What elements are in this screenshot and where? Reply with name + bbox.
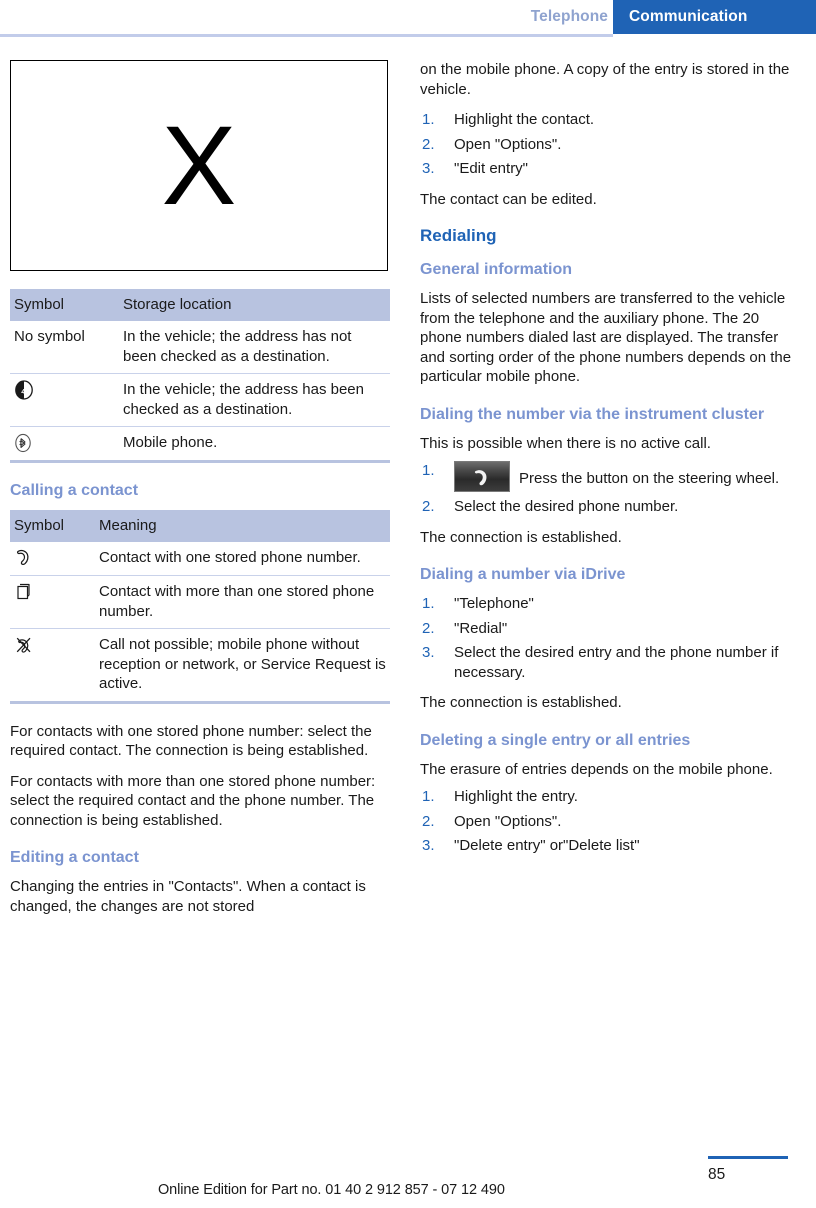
storage-location-table: Symbol Storage location No symbol In the… [10,289,390,463]
list-item: Open "Options". [422,812,562,831]
paragraph-one-stored-number: For contacts with one stored phone numbe… [10,722,372,760]
column-header-storage-location: Storage location [119,289,390,321]
cell-symbol: 4 [10,373,119,427]
footer-edition-note: Online Edition for Part no. 01 40 2 912 … [158,1182,505,1198]
table-header-row: Symbol Storage location [10,289,390,321]
paragraph-deleting-intro: The erasure of entries depends on the mo… [420,760,773,778]
table-row: Call not possible; mobile phone without … [10,628,390,702]
cell-meaning: Mobile phone. [119,426,390,462]
list-item: Select the desired entry and the phone n… [422,643,779,681]
paragraph-multiple-stored-numbers: For contacts with more than one stored p… [10,772,376,829]
filled-circle-arrow-icon: 4 [14,380,34,400]
list-item: Open "Options". [422,135,562,154]
heading-dialing-via-idrive: Dialing a number via iDrive [420,566,626,583]
paragraph-editing-contact: Changing the entries in "Contacts". When… [10,878,366,915]
header-chapter-label: Telephone [530,8,608,25]
column-header-meaning: Meaning [95,510,390,542]
cell-symbol [10,575,95,629]
paragraph-general-information: Lists of selected numbers are transferre… [420,290,792,385]
contact-symbol-meaning-table: Symbol Meaning Contact with one stored p… [10,510,390,704]
list-item: Press the button on the steering wheel. [420,461,800,492]
heading-general-information: General information [420,261,573,278]
paragraph-edit-result: The contact can be edited. [420,190,597,208]
heading-editing-a-contact: Editing a contact [10,849,139,866]
stacked-pages-icon [14,582,34,602]
column-header-symbol: Symbol [10,510,95,542]
page-body: X Symbol Storage location No symbol In t… [10,60,806,927]
cell-symbol [10,628,95,702]
heading-deleting-entries: Deleting a single entry or all entries [420,731,691,749]
page-number-rule [708,1156,788,1159]
page-number: 85 [708,1166,726,1183]
steps-idrive: "Telephone" "Redial" Select the desired … [420,594,800,682]
table-row: Mobile phone. [10,426,390,462]
left-column: X Symbol Storage location No symbol In t… [10,60,390,927]
cell-meaning: In the vehicle; the address has been che… [119,373,390,427]
right-column: on the mobile phone. A copy of the entry… [420,60,800,927]
cell-meaning: Call not possible; mobile phone without … [95,628,390,702]
list-item: "Redial" [422,619,508,638]
paragraph-instrument-cluster-intro: This is possible when there is no active… [420,434,711,452]
table-row: No symbol In the vehicle; the address ha… [10,321,390,374]
steering-wheel-phone-button-icon [454,461,510,492]
cell-symbol [10,542,95,576]
table-row: Contact with one stored phone number. [10,542,390,576]
page-running-header: Telephone Communication [0,0,816,37]
list-item: "Telephone" [422,594,534,613]
header-section-label: Communication [613,0,816,34]
heading-calling-a-contact: Calling a contact [10,482,139,499]
paragraph-continued-from-left: on the mobile phone. A copy of the entry… [420,61,790,98]
paragraph-instrument-cluster-result: The connection is established. [420,528,622,546]
figure-placeholder: X [10,60,388,271]
cell-symbol: No symbol [14,328,85,345]
heading-dialing-via-instrument-cluster: Dialing the number via the instrument cl… [420,405,765,423]
cell-meaning: Contact with more than one stored phone … [95,575,390,629]
table-row: 4 In the vehicle; the address has been c… [10,373,390,427]
phone-handset-icon [14,548,36,568]
cell-meaning: In the vehicle; the address has not been… [123,328,352,365]
table-row: Contact with more than one stored phone … [10,575,390,629]
handset-crossed-out-icon [14,635,36,655]
page-footer: Online Edition for Part no. 01 40 2 912 … [0,1138,816,1208]
list-item: Highlight the entry. [422,787,578,806]
page-number-block: 85 [708,1156,788,1184]
steps-instrument-cluster: Press the button on the steering wheel. … [420,461,800,517]
table-header-row: Symbol Meaning [10,510,390,542]
missing-image-x-icon: X [161,102,237,228]
paragraph-idrive-result: The connection is established. [420,694,622,711]
steps-deleting: Highlight the entry. Open "Options". "De… [420,787,800,856]
column-header-symbol: Symbol [10,289,119,321]
list-item: "Delete entry" or"Delete list" [422,836,640,855]
list-item-text: Press the button on the steering wheel. [519,470,780,487]
list-item: Select the desired phone number. [422,497,679,516]
list-item: "Edit entry" [422,159,529,178]
steps-edit-contact: Highlight the contact. Open "Options". "… [420,110,800,179]
svg-text:4: 4 [21,387,26,396]
cell-symbol [10,426,119,462]
header-divider-rule [0,34,613,37]
heading-redialing: Redialing [420,226,497,245]
cell-meaning: Contact with one stored phone number. [99,549,361,566]
bluetooth-circle-icon [14,433,32,453]
list-item: Highlight the contact. [422,110,595,129]
